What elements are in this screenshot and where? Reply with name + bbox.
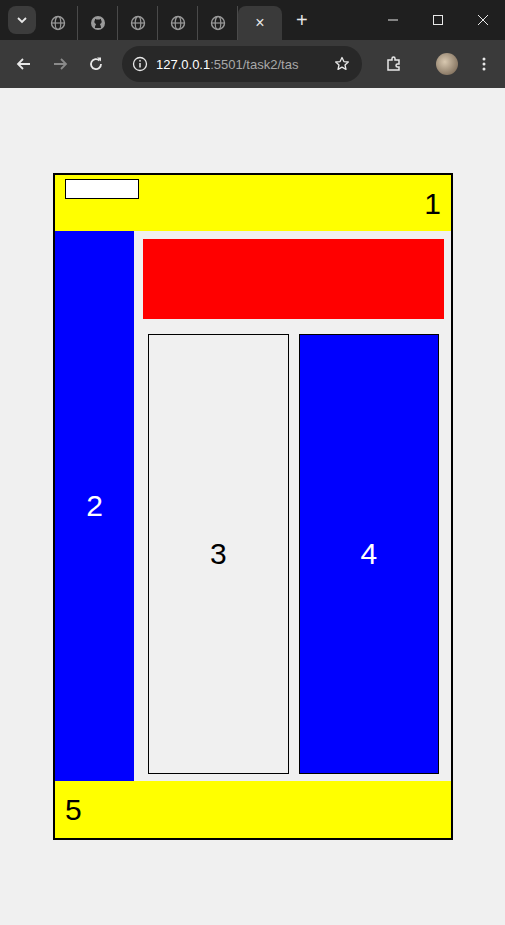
- new-tab-button[interactable]: +: [296, 10, 308, 30]
- address-bar[interactable]: 127.0.0.1:5501/task2/tas: [122, 46, 362, 82]
- extensions-button[interactable]: [378, 48, 410, 80]
- github-icon: [90, 15, 106, 31]
- header-input[interactable]: [65, 179, 139, 199]
- column-label: 4: [360, 536, 377, 572]
- back-button[interactable]: [8, 48, 40, 80]
- footer: 5: [55, 781, 451, 838]
- columns: 34: [143, 319, 444, 774]
- browser-tab[interactable]: [198, 6, 238, 40]
- header-label: 1: [424, 186, 441, 222]
- close-window-button[interactable]: [460, 0, 505, 40]
- main: 34: [134, 231, 451, 781]
- more-vertical-icon: [476, 56, 492, 72]
- browser-tab[interactable]: [78, 6, 118, 40]
- column: 4: [299, 334, 440, 774]
- page-viewport: 12345: [0, 88, 505, 925]
- arrow-right-icon: [52, 56, 68, 72]
- menu-button[interactable]: [468, 48, 500, 80]
- minimize-button[interactable]: [370, 0, 415, 40]
- browser-tab[interactable]: [38, 6, 78, 40]
- tab-strip: ×+: [0, 0, 505, 40]
- arrow-left-icon: [16, 56, 32, 72]
- header: 1: [55, 175, 451, 231]
- column-label: 3: [210, 536, 227, 572]
- globe-icon: [50, 15, 66, 31]
- browser-tab[interactable]: [158, 6, 198, 40]
- browser-tab[interactable]: [118, 6, 158, 40]
- sidebar: 2: [55, 231, 134, 781]
- minimize-icon: [387, 14, 399, 26]
- browser-tab[interactable]: ×: [238, 6, 282, 40]
- tab-close-button[interactable]: ×: [255, 15, 264, 31]
- globe-icon: [130, 15, 146, 31]
- close-icon: [477, 14, 489, 26]
- chevron-down-icon: [16, 14, 28, 26]
- reload-button[interactable]: [80, 48, 112, 80]
- footer-label: 5: [65, 792, 82, 828]
- address-text: 127.0.0.1:5501/task2/tas: [156, 57, 326, 72]
- puzzle-icon: [385, 55, 403, 73]
- info-icon[interactable]: [132, 56, 148, 72]
- layout-container: 12345: [53, 173, 453, 840]
- sidebar-label: 2: [86, 488, 103, 524]
- maximize-button[interactable]: [415, 0, 460, 40]
- globe-icon: [210, 15, 226, 31]
- globe-icon: [170, 15, 186, 31]
- maximize-icon: [432, 14, 444, 26]
- browser-window: ×+127.0.0.1:5501/task2/tas12345: [0, 0, 505, 925]
- content-area: 234: [55, 231, 451, 781]
- toolbar: 127.0.0.1:5501/task2/tas: [0, 40, 505, 88]
- column: 3: [148, 334, 289, 774]
- red-banner: [143, 239, 444, 319]
- reload-icon: [88, 56, 104, 72]
- profile-avatar-icon[interactable]: [436, 53, 458, 75]
- star-icon[interactable]: [334, 56, 350, 72]
- tab-search-button[interactable]: [8, 6, 36, 34]
- forward-button[interactable]: [44, 48, 76, 80]
